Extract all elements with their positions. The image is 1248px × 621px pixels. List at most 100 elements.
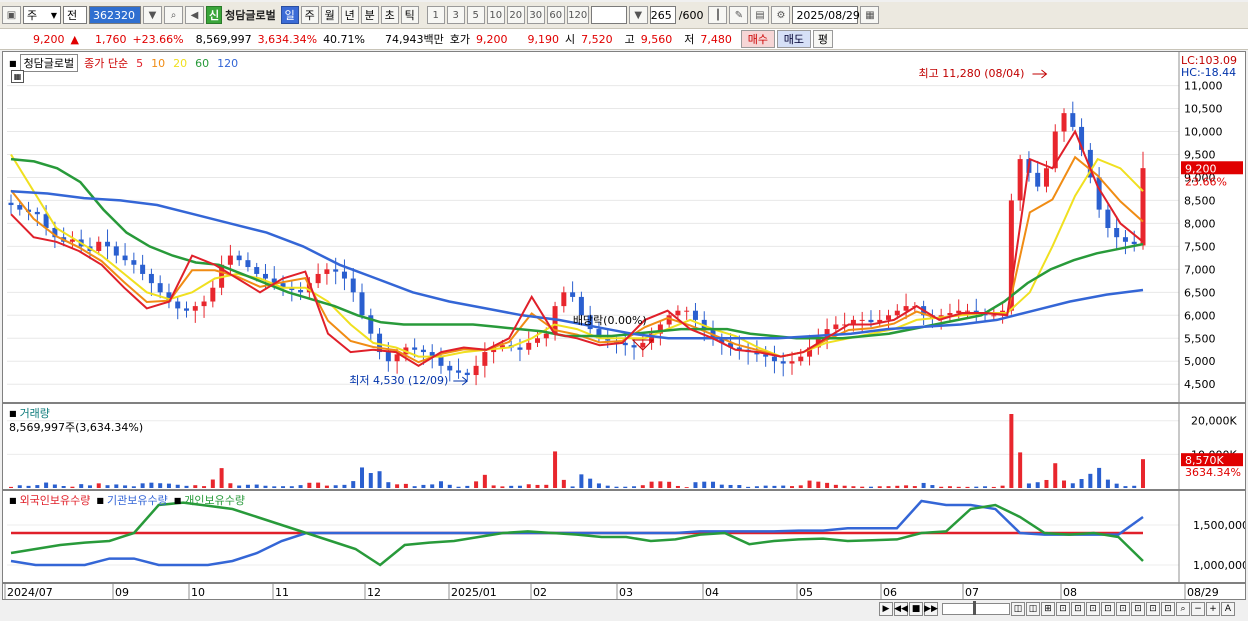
volume-bar[interactable] xyxy=(123,485,128,488)
tool-icon-1[interactable]: ◫ xyxy=(1011,602,1025,616)
candle[interactable] xyxy=(1122,237,1128,242)
volume-bar[interactable] xyxy=(272,486,277,488)
volume-bar[interactable] xyxy=(588,478,593,488)
ma-period-3[interactable]: 60 xyxy=(195,57,209,70)
volume-panel[interactable]: 10,000K20,000K8,570K3634.34% ■ 거래량 8,569… xyxy=(2,403,1246,490)
volume-bar[interactable] xyxy=(482,474,487,488)
volume-bar[interactable] xyxy=(579,474,584,488)
volume-bar[interactable] xyxy=(1132,485,1137,488)
volume-bar[interactable] xyxy=(87,485,92,488)
candle[interactable] xyxy=(298,290,304,293)
volume-bar[interactable] xyxy=(175,484,180,488)
zoom-slider-handle[interactable] xyxy=(973,601,976,615)
interval-tab-5[interactable]: 30 xyxy=(526,6,545,24)
volume-bar[interactable] xyxy=(447,484,452,488)
volume-bar[interactable] xyxy=(395,484,400,488)
volume-bar[interactable] xyxy=(421,484,426,488)
volume-bar[interactable] xyxy=(1088,473,1093,488)
volume-bar[interactable] xyxy=(684,487,689,488)
volume-bar[interactable] xyxy=(307,482,312,488)
tool-icon-9[interactable]: ⊡ xyxy=(1131,602,1145,616)
volume-bar[interactable] xyxy=(833,484,838,488)
volume-bar[interactable] xyxy=(1018,452,1023,488)
volume-bar[interactable] xyxy=(1026,483,1031,488)
candle[interactable] xyxy=(1070,113,1076,127)
tool-icon-3[interactable]: ⊞ xyxy=(1041,602,1055,616)
volume-bar[interactable] xyxy=(851,486,856,488)
volume-bar[interactable] xyxy=(746,486,751,488)
volume-bar[interactable] xyxy=(1070,483,1075,488)
zoom-in-icon[interactable]: + xyxy=(1206,602,1220,616)
volume-bar[interactable] xyxy=(438,481,443,488)
volume-bar[interactable] xyxy=(930,485,935,488)
volume-bar[interactable] xyxy=(702,481,707,488)
candle[interactable] xyxy=(868,319,874,323)
interval-tab-3[interactable]: 10 xyxy=(486,6,505,24)
price-panel[interactable]: 4,500 5,000 5,500 6,000 6,500 7,000 7,500 8,000… xyxy=(2,51,1246,403)
volume-bar[interactable] xyxy=(114,484,119,488)
candle[interactable] xyxy=(631,345,637,348)
ma-period-1[interactable]: 10 xyxy=(151,57,165,70)
candle[interactable] xyxy=(578,296,584,316)
volume-bar[interactable] xyxy=(70,486,75,488)
volume-bar[interactable] xyxy=(947,486,952,488)
volume-bar[interactable] xyxy=(1079,479,1084,488)
volume-bar[interactable] xyxy=(781,485,786,488)
volume-bar[interactable] xyxy=(544,484,549,488)
volume-bar[interactable] xyxy=(166,483,171,488)
candle[interactable] xyxy=(394,354,400,362)
candle[interactable] xyxy=(1017,159,1023,201)
volume-bar[interactable] xyxy=(974,486,979,488)
candle[interactable] xyxy=(350,278,356,293)
candle[interactable] xyxy=(964,310,970,312)
holding-panel[interactable]: 1,000,000 1,500,000 ■ 외국인보유수량 ■ 기관보유수량 ■ 개인보유수… xyxy=(2,490,1246,583)
sell-button[interactable]: 매도 xyxy=(776,30,811,48)
volume-bar[interactable] xyxy=(517,485,522,488)
volume-bar[interactable] xyxy=(298,485,303,488)
volume-bar[interactable] xyxy=(105,485,110,488)
volume-bar[interactable] xyxy=(1097,467,1102,488)
period-tab-3[interactable]: 년 xyxy=(340,6,359,24)
volume-bar[interactable] xyxy=(96,483,101,488)
new-badge[interactable]: 신 xyxy=(206,6,223,24)
candle[interactable] xyxy=(157,283,163,293)
candle[interactable] xyxy=(1105,209,1111,228)
stop-icon[interactable]: ■ xyxy=(909,602,923,616)
volume-bar[interactable] xyxy=(61,486,66,488)
candle[interactable] xyxy=(341,271,347,279)
volume-bar[interactable] xyxy=(1105,479,1110,488)
last-candle[interactable] xyxy=(1140,168,1146,246)
volume-bar[interactable] xyxy=(351,481,356,488)
candle[interactable] xyxy=(184,308,190,311)
stock-name[interactable]: 청담글로벌 xyxy=(222,7,279,23)
volume-bar[interactable] xyxy=(711,481,716,488)
candle[interactable] xyxy=(192,306,198,311)
candle[interactable] xyxy=(886,315,892,320)
volume-bar[interactable] xyxy=(412,486,417,488)
candle[interactable] xyxy=(227,255,233,265)
volume-bar[interactable] xyxy=(491,485,496,488)
window-icon[interactable]: ▣ xyxy=(2,6,21,24)
volume-bar[interactable] xyxy=(158,483,163,488)
candle[interactable] xyxy=(359,292,365,316)
price-chart[interactable]: 4,500 5,000 5,500 6,000 6,500 7,000 7,500 8,000… xyxy=(3,52,1245,402)
volume-bar[interactable] xyxy=(140,483,145,488)
candle[interactable] xyxy=(1131,241,1137,245)
ma-period-4[interactable]: 120 xyxy=(217,57,238,70)
candle[interactable] xyxy=(1114,228,1120,238)
volume-bar[interactable] xyxy=(649,481,654,488)
candle[interactable] xyxy=(991,315,997,317)
volume-bar[interactable] xyxy=(754,486,759,488)
candle[interactable] xyxy=(113,246,119,256)
volume-bar[interactable] xyxy=(807,480,812,488)
volume-bar[interactable] xyxy=(965,486,970,488)
volume-bar[interactable] xyxy=(842,485,847,488)
volume-bar[interactable] xyxy=(596,483,601,488)
volume-bar[interactable] xyxy=(1062,480,1067,488)
volume-bar[interactable] xyxy=(640,485,645,488)
candle[interactable] xyxy=(798,356,804,362)
tool-icon-5[interactable]: ⊡ xyxy=(1071,602,1085,616)
volume-bar[interactable] xyxy=(719,484,724,488)
candle[interactable] xyxy=(201,301,207,307)
zoom-slider[interactable] xyxy=(942,601,1010,615)
